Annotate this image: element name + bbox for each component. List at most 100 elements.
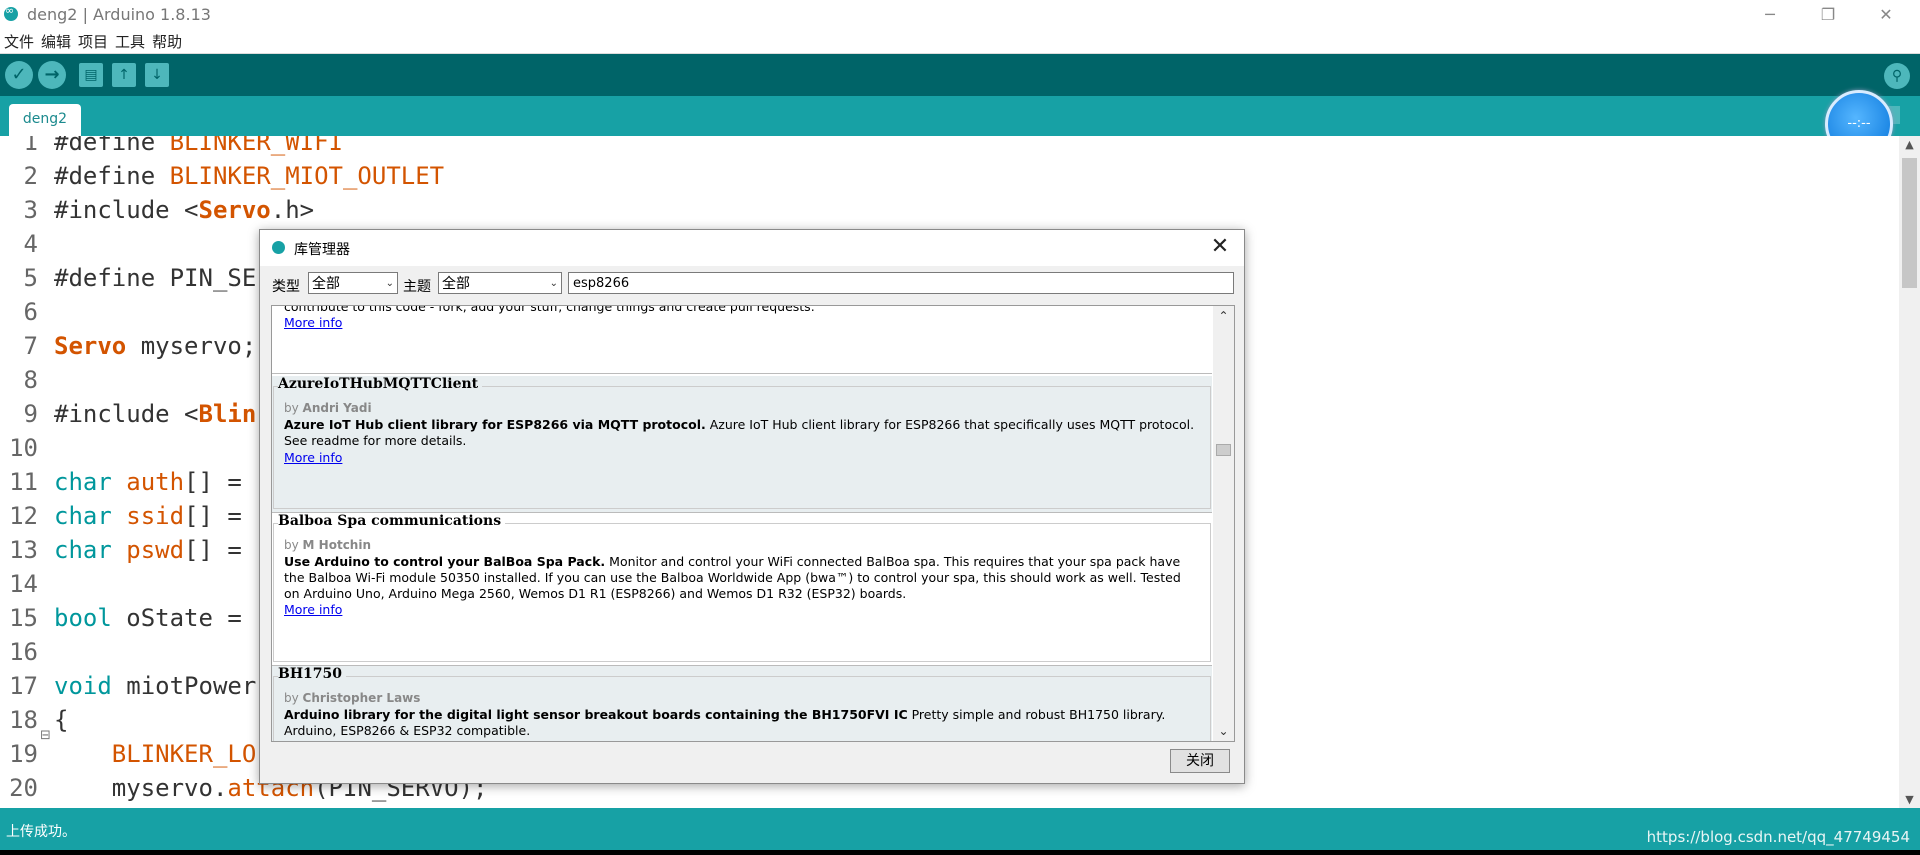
filter-row: 类型 全部 ⌄ 主题 全部 ⌄: [260, 266, 1244, 298]
console-area: [0, 850, 1920, 855]
code-line: #define BLINKER_WIFI: [54, 136, 343, 156]
line-number: 19: [9, 740, 38, 768]
watermark-text: https://blog.csdn.net/qq_47749454: [1646, 828, 1910, 846]
editor-scrollbar[interactable]: ▲ ▼: [1899, 136, 1920, 808]
line-number: 17: [9, 672, 38, 700]
menu-help[interactable]: 帮助: [148, 29, 185, 52]
code-token: BLINKER_LO: [54, 740, 257, 768]
code-line: #include <Servo.h>: [54, 196, 314, 224]
maximize-button[interactable]: ❐: [1805, 0, 1851, 29]
toolbar: ✓ → ▤ ↑ ↓ ⚲: [0, 54, 1920, 96]
line-number: 13: [9, 536, 38, 564]
close-button[interactable]: 关闭: [1170, 749, 1230, 773]
code-token: Servo: [54, 332, 127, 360]
scroll-down-arrow-icon[interactable]: ⌄: [1213, 724, 1234, 738]
code-token: char: [54, 468, 112, 496]
menu-sketch[interactable]: 项目: [74, 29, 111, 52]
code-token: char: [54, 502, 112, 530]
menu-tools[interactable]: 工具: [111, 29, 148, 52]
menu-file[interactable]: 文件: [0, 29, 37, 52]
chevron-down-icon: ⌄: [385, 278, 394, 289]
fold-toggle-icon[interactable]: ⊟: [40, 728, 51, 743]
library-list-scrollbar[interactable]: ⌃ ⌄: [1213, 306, 1234, 741]
more-info-link[interactable]: More info: [284, 602, 342, 617]
topic-select-value: 全部: [442, 276, 470, 292]
line-number: 16: [9, 638, 38, 666]
minimize-button[interactable]: ─: [1747, 0, 1793, 29]
status-bar: 上传成功。 https://blog.csdn.net/qq_47749454: [0, 808, 1920, 850]
new-sketch-button[interactable]: ▤: [79, 63, 103, 87]
line-number: 6: [23, 298, 38, 326]
more-info-link[interactable]: More info: [284, 315, 342, 330]
title-bar: deng2 | Arduino 1.8.13 ─ ❐ ✕: [0, 0, 1920, 29]
line-number: 18: [9, 706, 38, 734]
scrollbar-thumb[interactable]: [1216, 444, 1231, 456]
menu-edit[interactable]: 编辑: [37, 29, 74, 52]
code-line: void miotPower: [54, 672, 256, 700]
line-number-gutter: 1 2 3 4 5 6 7 8 9 10 11 12 13 14 15 16 17 18 19 20: [0, 136, 50, 808]
code-token: #define: [54, 162, 170, 190]
scroll-up-arrow-icon[interactable]: ▲: [1899, 138, 1920, 151]
more-info-link[interactable]: More info: [284, 450, 342, 465]
code-token: BLINKER_WIFI: [169, 136, 343, 156]
chevron-down-icon: ⌄: [549, 278, 558, 289]
library-manager-dialog: 库管理器 ✕ 类型 全部 ⌄ 主题 全部 ⌄ contribute to this …: [259, 229, 1245, 784]
library-entry[interactable]: contribute to this code - fork, add your…: [272, 306, 1212, 374]
code-token: [] =: [184, 536, 242, 564]
type-select-value: 全部: [312, 276, 340, 292]
code-token: Blin: [198, 400, 257, 428]
code-token: .h>: [270, 196, 315, 224]
library-name: Balboa Spa communications: [278, 513, 506, 529]
library-author: by M Hotchin: [284, 538, 372, 552]
line-number: 1: [23, 136, 38, 156]
line-number: 8: [23, 366, 38, 394]
code-token: BLINKER_MIOT_OUTLET: [169, 162, 445, 190]
dialog-close-icon[interactable]: ✕: [1206, 233, 1234, 261]
library-author: by Andri Yadi: [284, 401, 372, 415]
type-label: 类型: [272, 279, 300, 295]
code-token: #include <: [54, 400, 199, 428]
close-window-button[interactable]: ✕: [1863, 0, 1909, 29]
library-entry[interactable]: Balboa Spa communications by M Hotchin U…: [272, 513, 1212, 666]
verify-button[interactable]: ✓: [5, 61, 33, 89]
save-sketch-button[interactable]: ↓: [145, 63, 169, 87]
dialog-title-bar: 库管理器 ✕: [260, 230, 1244, 266]
serial-monitor-button[interactable]: ⚲: [1884, 63, 1910, 89]
code-token: myservo;: [126, 332, 257, 360]
library-name: AzureIoTHubMQTTClient: [278, 376, 483, 392]
upload-button[interactable]: →: [38, 61, 66, 89]
code-line: {: [54, 706, 68, 734]
line-number: 15: [9, 604, 38, 632]
code-token: [] =: [184, 468, 242, 496]
library-description: contribute to this code - fork, add your…: [284, 305, 815, 314]
library-entry[interactable]: AzureIoTHubMQTTClient by Andri Yadi Azur…: [272, 376, 1212, 513]
code-token: myservo.: [54, 774, 228, 802]
code-token: char: [54, 536, 112, 564]
code-token: miotPower: [111, 672, 257, 700]
code-line: char auth[] =: [54, 468, 242, 496]
library-search-input[interactable]: [568, 272, 1234, 294]
line-number: 3: [23, 196, 38, 224]
line-number: 14: [9, 570, 38, 598]
library-description: Arduino library for the digital light se…: [284, 707, 1166, 738]
code-line: char pswd[] =: [54, 536, 242, 564]
topic-label: 主题: [403, 279, 431, 295]
tab-deng2[interactable]: deng2: [9, 104, 81, 136]
scrollbar-thumb[interactable]: [1902, 158, 1917, 288]
code-line: char ssid[] =: [54, 502, 242, 530]
line-number: 11: [9, 468, 38, 496]
library-list[interactable]: contribute to this code - fork, add your…: [271, 305, 1235, 742]
scroll-down-arrow-icon[interactable]: ▼: [1899, 793, 1920, 806]
scroll-up-arrow-icon[interactable]: ⌃: [1213, 309, 1234, 323]
library-name: BH1750: [278, 666, 347, 682]
topic-select[interactable]: 全部 ⌄: [438, 272, 562, 294]
code-token: #include <: [54, 196, 199, 224]
code-line: #include <Blin: [54, 400, 256, 428]
line-number: 7: [23, 332, 38, 360]
open-sketch-button[interactable]: ↑: [112, 63, 136, 87]
type-select[interactable]: 全部 ⌄: [308, 272, 398, 294]
line-number: 9: [23, 400, 38, 428]
library-entry[interactable]: BH1750 by Christopher Laws Arduino libra…: [272, 666, 1212, 741]
status-message: 上传成功。: [6, 824, 76, 840]
code-token: #define PIN_SE: [54, 264, 257, 292]
